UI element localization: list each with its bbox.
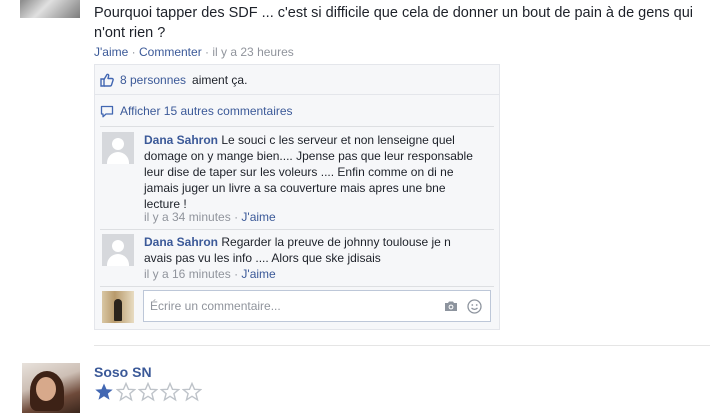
comment-input[interactable]: Écrire un commentaire... — [143, 290, 491, 322]
post-divider — [94, 345, 710, 346]
likes-suffix: aiment ça. — [192, 73, 248, 87]
comment-author-link[interactable]: Dana Sahron — [144, 235, 218, 249]
comment-item: Dana Sahron Regarder la preuve de johnny… — [102, 234, 494, 284]
smiley-icon[interactable] — [467, 299, 482, 314]
post-timestamp[interactable]: il y a 23 heures — [212, 45, 293, 59]
star-empty-icon — [160, 382, 180, 402]
divider — [100, 286, 494, 287]
comment-item: Dana Sahron Le souci c les serveur et no… — [102, 132, 494, 226]
divider — [100, 229, 494, 230]
more-comments-link[interactable]: Afficher 15 autres commentaires — [120, 104, 293, 118]
comment-post-link[interactable]: Commenter — [139, 45, 202, 59]
post-author-avatar[interactable] — [20, 0, 80, 18]
comment-author-avatar[interactable] — [102, 234, 134, 266]
thumbs-up-icon — [100, 73, 114, 87]
reviewer-avatar[interactable] — [22, 363, 80, 413]
star-empty-icon — [138, 382, 158, 402]
comment-timestamp[interactable]: il y a 34 minutes — [144, 210, 231, 224]
separator: · — [131, 45, 136, 59]
star-filled-icon — [95, 383, 113, 400]
post-actions: J'aime · Commenter · il y a 23 heures — [94, 45, 294, 59]
camera-icon[interactable] — [444, 300, 458, 312]
more-comments-row[interactable]: Afficher 15 autres commentaires — [100, 104, 293, 118]
post-text: Pourquoi tapper des SDF ... c'est si dif… — [94, 5, 694, 41]
comment-timestamp[interactable]: il y a 16 minutes — [144, 267, 231, 281]
comment-body: Dana Sahron Le souci c les serveur et no… — [144, 132, 474, 212]
star-empty-icon — [116, 382, 136, 402]
likes-summary: 8 personnes aiment ça. — [100, 70, 247, 90]
comment-like-link[interactable]: J'aime — [241, 267, 275, 281]
comment-meta: il y a 34 minutes · J'aime — [144, 210, 276, 224]
comment-body: Dana Sahron Regarder la preuve de johnny… — [144, 234, 474, 266]
comment-input-placeholder: Écrire un commentaire... — [150, 299, 281, 313]
current-user-avatar[interactable] — [102, 291, 134, 323]
comment-author-link[interactable]: Dana Sahron — [144, 133, 218, 147]
divider — [94, 94, 500, 95]
star-empty-icon — [182, 382, 202, 402]
comment-meta: il y a 16 minutes · J'aime — [144, 267, 276, 281]
separator: · — [205, 45, 210, 59]
comment-bubble-icon — [100, 105, 114, 117]
reviewer-name-link[interactable]: Soso SN — [94, 364, 152, 380]
star-rating — [94, 382, 202, 402]
comment-author-avatar[interactable] — [102, 132, 134, 164]
divider — [100, 126, 494, 127]
comment-like-link[interactable]: J'aime — [241, 210, 275, 224]
likes-count-link[interactable]: 8 personnes — [120, 73, 186, 87]
like-post-link[interactable]: J'aime — [94, 45, 128, 59]
